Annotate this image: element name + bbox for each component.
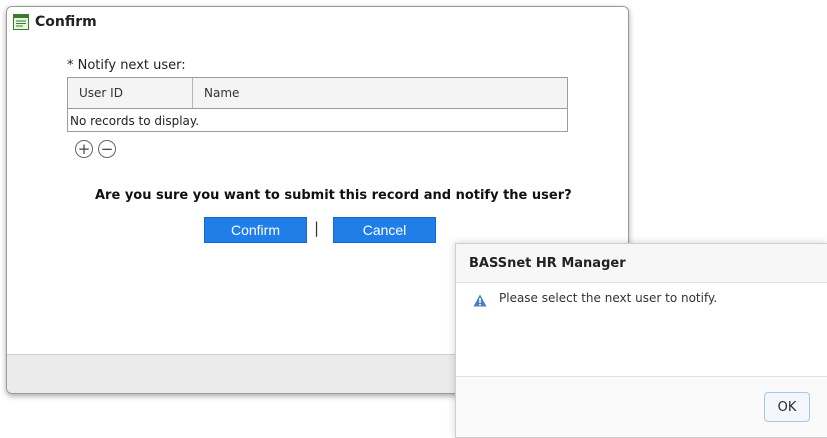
notify-user-label: * Notify next user: bbox=[67, 58, 186, 73]
button-separator: | bbox=[314, 219, 320, 237]
alert-footer: OK bbox=[456, 376, 827, 437]
confirm-titlebar: Confirm bbox=[7, 7, 628, 37]
grid-header: User ID Name bbox=[68, 78, 567, 109]
ok-button[interactable]: OK bbox=[764, 392, 810, 422]
cancel-button[interactable]: Cancel bbox=[333, 217, 436, 243]
alert-dialog: BASSnet HR Manager Please select the nex… bbox=[455, 243, 827, 438]
minus-circle-icon[interactable]: − bbox=[98, 140, 116, 158]
plus-circle-icon[interactable]: + bbox=[75, 140, 93, 158]
grid-empty-message: No records to display. bbox=[70, 113, 200, 128]
column-header-user-id[interactable]: User ID bbox=[68, 78, 193, 108]
alert-body: Please select the next user to notify. bbox=[473, 291, 718, 306]
warning-icon bbox=[473, 292, 487, 306]
alert-message: Please select the next user to notify. bbox=[499, 291, 718, 305]
confirm-button[interactable]: Confirm bbox=[204, 217, 307, 243]
alert-header: BASSnet HR Manager bbox=[456, 244, 827, 283]
alert-title: BASSnet HR Manager bbox=[469, 255, 626, 271]
window-title: Confirm bbox=[35, 14, 97, 30]
form-window-icon bbox=[13, 14, 29, 30]
grid-actions: + − bbox=[75, 140, 116, 158]
confirmation-question: Are you sure you want to submit this rec… bbox=[95, 188, 572, 203]
notify-user-grid: User ID Name No records to display. bbox=[67, 77, 568, 132]
column-header-name[interactable]: Name bbox=[193, 78, 567, 108]
